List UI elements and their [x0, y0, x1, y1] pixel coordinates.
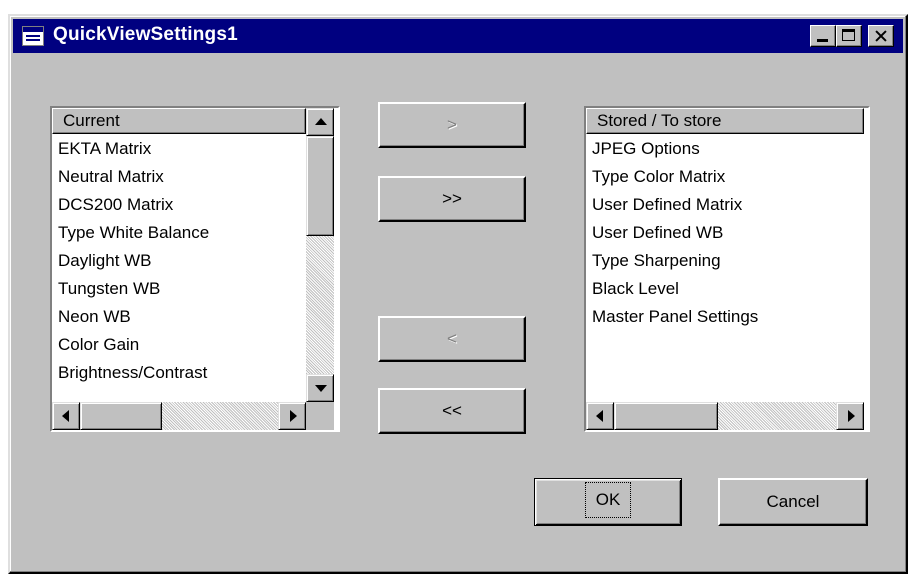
stored-list[interactable]: Stored / To store JPEG Options Type Colo…	[584, 106, 870, 432]
down-arrow-icon	[315, 385, 327, 392]
current-list[interactable]: Current EKTA Matrix Neutral Matrix DCS20…	[50, 106, 340, 432]
list-item[interactable]: Tungsten WB	[58, 275, 209, 303]
close-button[interactable]	[868, 25, 894, 47]
left-arrow-icon	[596, 410, 603, 422]
maximize-button[interactable]	[836, 25, 862, 47]
scroll-up-button[interactable]	[306, 108, 334, 136]
list-item[interactable]: Brightness/Contrast	[58, 359, 209, 387]
vscroll-thumb[interactable]	[306, 136, 334, 236]
move-all-right-button[interactable]: >>	[378, 176, 526, 222]
list-item[interactable]: EKTA Matrix	[58, 135, 209, 163]
right-arrow-icon	[290, 410, 297, 422]
ok-button[interactable]: OK	[534, 478, 682, 526]
list-item[interactable]: User Defined WB	[592, 219, 758, 247]
quickview-settings-window: QuickViewSettings1 Current EKTA Matrix N…	[8, 14, 908, 574]
window-app-icon[interactable]	[22, 26, 44, 46]
current-list-vscrollbar[interactable]	[306, 108, 334, 402]
scroll-right-button[interactable]	[278, 402, 306, 430]
list-item[interactable]: Type Sharpening	[592, 247, 758, 275]
cancel-button[interactable]: Cancel	[718, 478, 868, 526]
scroll-left-button[interactable]	[586, 402, 614, 430]
list-item[interactable]: User Defined Matrix	[592, 191, 758, 219]
window-title: QuickViewSettings1	[53, 24, 238, 45]
scroll-left-button[interactable]	[52, 402, 80, 430]
scroll-right-button[interactable]	[836, 402, 864, 430]
move-one-right-button[interactable]: >	[378, 102, 526, 148]
hscroll-thumb[interactable]	[614, 402, 718, 430]
list-item[interactable]: Color Gain	[58, 331, 209, 359]
list-item[interactable]: Master Panel Settings	[592, 303, 758, 331]
left-arrow-icon	[62, 410, 69, 422]
list-item[interactable]: Neutral Matrix	[58, 163, 209, 191]
cancel-button-label: Cancel	[766, 492, 820, 511]
hscroll-thumb[interactable]	[80, 402, 162, 430]
list-item[interactable]: Type Color Matrix	[592, 163, 758, 191]
list-item[interactable]: Neon WB	[58, 303, 209, 331]
list-item[interactable]: Daylight WB	[58, 247, 209, 275]
current-list-hscrollbar[interactable]	[52, 402, 306, 430]
move-all-left-button[interactable]: <<	[378, 388, 526, 434]
list-item[interactable]: DCS200 Matrix	[58, 191, 209, 219]
title-bar[interactable]: QuickViewSettings1	[13, 19, 903, 53]
minimize-button[interactable]	[810, 25, 836, 47]
current-list-items: EKTA Matrix Neutral Matrix DCS200 Matrix…	[58, 135, 209, 387]
right-arrow-icon	[848, 410, 855, 422]
current-list-header[interactable]: Current	[52, 108, 306, 134]
list-item[interactable]: JPEG Options	[592, 135, 758, 163]
move-one-left-button[interactable]: <	[378, 316, 526, 362]
scroll-corner	[306, 402, 334, 430]
scroll-down-button[interactable]	[306, 374, 334, 402]
ok-button-label: OK	[584, 482, 632, 518]
list-item[interactable]: Black Level	[592, 275, 758, 303]
list-item[interactable]: Type White Balance	[58, 219, 209, 247]
up-arrow-icon	[315, 118, 327, 125]
stored-list-header[interactable]: Stored / To store	[586, 108, 864, 134]
stored-list-hscrollbar[interactable]	[586, 402, 864, 430]
stored-list-items: JPEG Options Type Color Matrix User Defi…	[592, 135, 758, 331]
